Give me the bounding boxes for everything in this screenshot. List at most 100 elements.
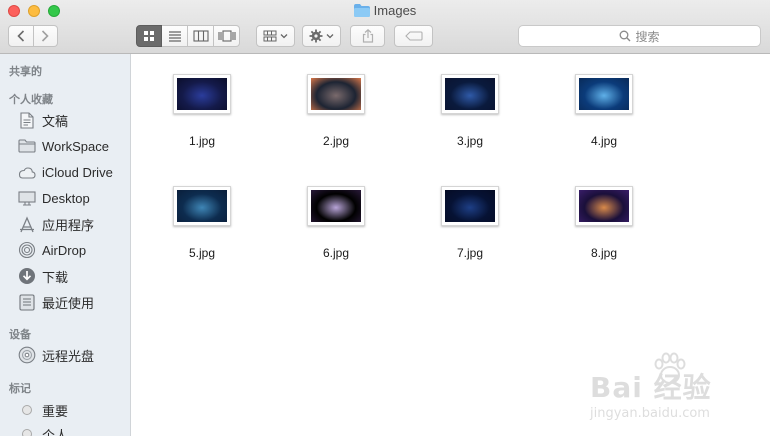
- file-item[interactable]: 7.jpg: [420, 186, 520, 260]
- sidebar-item-label: 文稿: [42, 113, 69, 129]
- recents-icon: [17, 292, 37, 312]
- file-name: 4.jpg: [590, 134, 618, 148]
- sidebar: 共享的 个人收藏 文稿 WorkSpace iCloud Drive Deskt…: [0, 54, 131, 436]
- sidebar-item-label: 远程光盘: [42, 348, 95, 364]
- share-icon: [362, 29, 373, 43]
- watermark-text: Bai 经验: [590, 371, 712, 404]
- forward-button[interactable]: [33, 25, 58, 47]
- image-thumbnail: [441, 74, 499, 114]
- watermark-url: jingyan.baidu.com: [590, 406, 710, 421]
- file-item[interactable]: 1.jpg: [152, 74, 252, 148]
- file-item[interactable]: 6.jpg: [286, 186, 386, 260]
- thumbnail-image: [311, 190, 361, 222]
- finder-window: Images 搜索 共享的 个人收藏 文稿 WorkSpace iCloud D…: [0, 0, 770, 436]
- sidebar-item-applications[interactable]: 应用程序: [17, 213, 94, 235]
- tag-color-dot: [22, 405, 32, 415]
- sidebar-item-label: 个人: [42, 427, 69, 436]
- grid-icon: [144, 31, 154, 41]
- tags-button[interactable]: [394, 25, 433, 47]
- disc-icon: [17, 345, 37, 365]
- arrange-grid-icon: [263, 30, 277, 42]
- file-item[interactable]: 4.jpg: [554, 74, 654, 148]
- sidebar-item-label: 重要: [42, 403, 69, 419]
- thumbnail-image: [579, 78, 629, 110]
- search-placeholder: 搜索: [635, 29, 660, 44]
- chevron-down-icon: [280, 34, 288, 39]
- list-view-button[interactable]: [162, 25, 188, 47]
- file-name: 6.jpg: [322, 246, 350, 260]
- sidebar-item-downloads[interactable]: 下载: [17, 265, 68, 287]
- tag-color-dot: [22, 429, 32, 436]
- section-favorites: 个人收藏: [9, 94, 53, 106]
- sidebar-item-remote-disc[interactable]: 远程光盘: [17, 344, 94, 366]
- thumbnail-image: [445, 78, 495, 110]
- sidebar-item-label: AirDrop: [42, 242, 87, 258]
- window-title: Images: [373, 3, 417, 18]
- airdrop-icon: [17, 240, 37, 260]
- sidebar-item-label: 应用程序: [42, 217, 95, 233]
- sidebar-item-airdrop[interactable]: AirDrop: [17, 239, 86, 261]
- view-mode-buttons: [136, 25, 240, 47]
- list-icon: [168, 31, 181, 42]
- file-item[interactable]: 8.jpg: [554, 186, 654, 260]
- column-view-button[interactable]: [188, 25, 214, 47]
- file-name: 5.jpg: [188, 246, 216, 260]
- navigation-buttons: [8, 25, 58, 47]
- chevron-right-icon: [42, 30, 49, 42]
- share-button[interactable]: [350, 25, 385, 47]
- image-thumbnail: [307, 186, 365, 226]
- sidebar-item-desktop[interactable]: Desktop: [17, 187, 90, 209]
- image-thumbnail: [441, 186, 499, 226]
- image-thumbnail: [307, 74, 365, 114]
- image-thumbnail: [173, 74, 231, 114]
- section-tags: 标记: [9, 383, 31, 395]
- sidebar-item-tag-important[interactable]: 重要: [17, 399, 68, 421]
- folder-icon: [353, 3, 370, 20]
- thumbnail-image: [579, 190, 629, 222]
- file-item[interactable]: 2.jpg: [286, 74, 386, 148]
- chevron-down-icon: [326, 34, 334, 39]
- file-name: 7.jpg: [456, 246, 484, 260]
- sidebar-item-label: 最近使用: [42, 295, 95, 311]
- download-icon: [17, 266, 37, 286]
- chevron-left-icon: [17, 30, 24, 42]
- action-button[interactable]: [302, 25, 341, 47]
- document-icon: [17, 110, 37, 130]
- thumbnail-image: [177, 78, 227, 110]
- section-shared: 共享的: [9, 66, 42, 78]
- sidebar-item-workspace[interactable]: WorkSpace: [17, 135, 109, 157]
- gear-icon: [309, 29, 323, 43]
- tag-icon: [404, 31, 423, 41]
- window-title-bar: Images: [0, 3, 770, 20]
- image-thumbnail: [173, 186, 231, 226]
- back-button[interactable]: [8, 25, 34, 47]
- applications-icon: [17, 214, 37, 234]
- icon-view-button[interactable]: [136, 25, 162, 47]
- folder-icon: [17, 136, 37, 156]
- sidebar-item-tag-personal[interactable]: 个人: [17, 423, 68, 436]
- thumbnail-image: [445, 190, 495, 222]
- thumbnail-image: [177, 190, 227, 222]
- cloud-icon: [17, 162, 37, 182]
- columns-icon: [192, 30, 209, 42]
- cover-flow-button[interactable]: [214, 25, 240, 47]
- image-thumbnail: [575, 74, 633, 114]
- file-name: 8.jpg: [590, 246, 618, 260]
- thumbnail-image: [311, 78, 361, 110]
- toolbar: Images 搜索: [0, 0, 770, 54]
- image-thumbnail: [575, 186, 633, 226]
- file-item[interactable]: 3.jpg: [420, 74, 520, 148]
- sidebar-item-label: WorkSpace: [42, 138, 109, 154]
- section-devices: 设备: [9, 329, 31, 341]
- search-field[interactable]: 搜索: [518, 25, 761, 47]
- arrange-button[interactable]: [256, 25, 295, 47]
- cover-flow-icon: [217, 30, 236, 42]
- sidebar-item-recents[interactable]: 最近使用: [17, 291, 94, 313]
- file-name: 3.jpg: [456, 134, 484, 148]
- sidebar-item-icloud-drive[interactable]: iCloud Drive: [17, 161, 113, 183]
- file-item[interactable]: 5.jpg: [152, 186, 252, 260]
- desktop-icon: [17, 188, 37, 208]
- sidebar-item-label: 下载: [42, 269, 69, 285]
- search-icon: [620, 30, 631, 42]
- sidebar-item-documents[interactable]: 文稿: [17, 109, 68, 131]
